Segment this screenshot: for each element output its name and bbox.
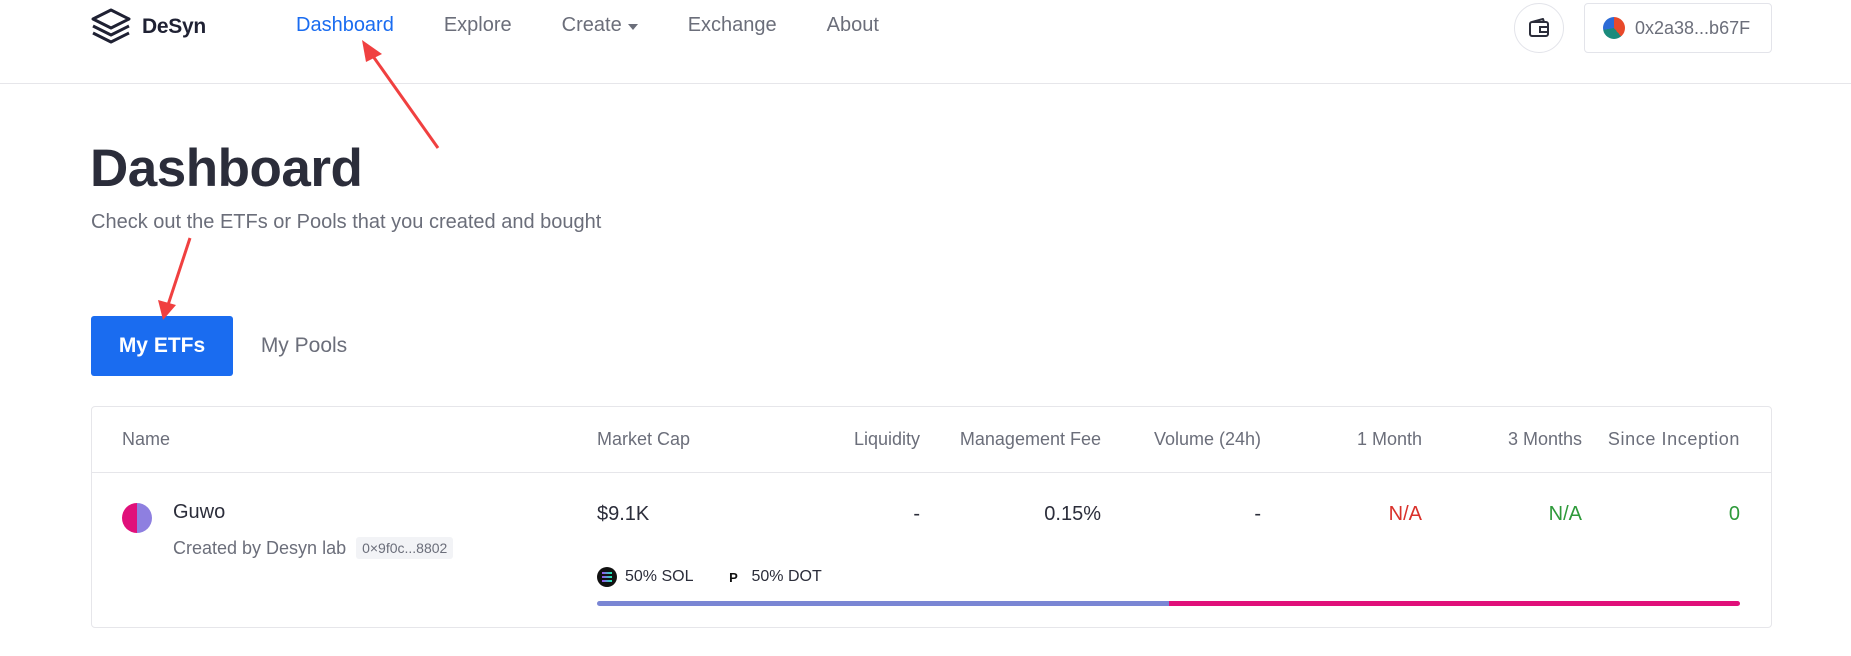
desyn-logo[interactable]: DeSyn — [90, 6, 206, 48]
nav-about[interactable]: About — [827, 14, 879, 37]
creator-address-chip[interactable]: 0×9f0c...8802 — [356, 537, 454, 559]
wallet-icon — [1529, 18, 1549, 37]
column-name: Name — [122, 429, 171, 449]
three-months-value: N/A — [1548, 503, 1582, 525]
nav-create[interactable]: Create — [562, 14, 638, 37]
page-subtitle: Check out the ETFs or Pools that you cre… — [91, 211, 602, 233]
nav-dashboard[interactable]: Dashboard — [296, 14, 394, 37]
account-avatar — [1603, 17, 1625, 39]
table-row[interactable]: Guwo Created by Desyn lab 0×9f0c...8802 … — [92, 473, 1771, 629]
page-title: Dashboard — [90, 139, 363, 198]
arrow-to-my-etfs-tab — [158, 237, 192, 320]
token-allocation-list: 50% SOL P 50% DOT — [597, 567, 822, 587]
one-month-value: N/A — [1388, 503, 1422, 525]
nav-exchange[interactable]: Exchange — [688, 14, 777, 37]
nav-create-label: Create — [561, 14, 622, 36]
tab-my-etfs[interactable]: My ETFs — [91, 316, 233, 376]
etf-table: Name Market Cap Liquidity Management Fee… — [91, 406, 1772, 628]
column-volume-24h: Volume (24h) — [1153, 429, 1261, 449]
column-liquidity: Liquidity — [853, 429, 920, 449]
token-sol: 50% SOL — [597, 567, 693, 587]
top-header: DeSyn Dashboard Explore Create Exchange … — [0, 0, 1851, 84]
market-cap-value: $9.1K — [597, 503, 650, 525]
solana-icon — [597, 567, 617, 587]
wallet-button[interactable] — [1514, 3, 1564, 53]
token-dot: P 50% DOT — [723, 567, 822, 587]
etf-creator: Created by Desyn lab 0×9f0c...8802 — [173, 537, 454, 559]
creator-label: Created by Desyn lab — [173, 537, 347, 558]
management-fee-value: 0.15% — [1044, 503, 1101, 525]
main-nav: Dashboard Explore Create Exchange About — [296, 14, 879, 37]
column-1-month: 1 Month — [1356, 429, 1422, 449]
column-market-cap: Market Cap — [597, 429, 691, 449]
allocation-segment-sol — [597, 601, 1169, 606]
liquidity-value: - — [913, 503, 920, 525]
column-management-fee: Management Fee — [959, 429, 1101, 449]
since-inception-value: 0 — [1728, 503, 1740, 525]
token-dot-label: 50% DOT — [751, 568, 822, 585]
nav-explore[interactable]: Explore — [444, 14, 512, 37]
tab-my-pools[interactable]: My Pools — [233, 316, 375, 376]
table-header: Name Market Cap Liquidity Management Fee… — [92, 407, 1771, 473]
layers-logo-icon — [91, 8, 131, 44]
token-sol-label: 50% SOL — [625, 568, 694, 585]
chevron-down-icon — [627, 23, 638, 30]
allocation-bar — [597, 601, 1740, 606]
column-since-inception: Since Inception — [1607, 429, 1740, 449]
volume-24h-value: - — [1254, 503, 1261, 525]
logo-text: DeSyn — [142, 15, 206, 38]
tab-bar: My ETFs My Pools — [91, 316, 375, 376]
column-3-months: 3 Months — [1507, 429, 1582, 449]
account-address: 0x2a38...b67F — [1635, 17, 1751, 38]
polkadot-icon: P — [729, 569, 738, 585]
etf-name[interactable]: Guwo — [173, 501, 225, 524]
etf-logo-icon[interactable] — [122, 503, 152, 533]
allocation-segment-dot — [1168, 601, 1740, 606]
account-button[interactable]: 0x2a38...b67F — [1584, 3, 1772, 53]
